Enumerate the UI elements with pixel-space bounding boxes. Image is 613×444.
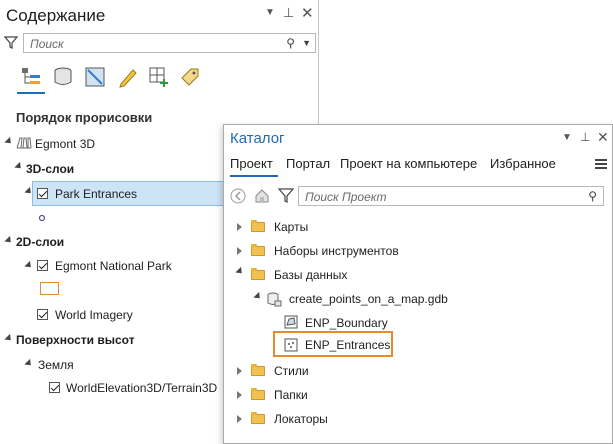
- collapse-arrow-icon[interactable]: [235, 266, 245, 277]
- group-3d-layers[interactable]: 3D-слои: [26, 162, 74, 176]
- catalog-item-maps[interactable]: Карты: [274, 220, 308, 234]
- layer-world-elevation[interactable]: WorldElevation3D/Terrain3D: [66, 381, 217, 395]
- collapse-arrow-icon[interactable]: [14, 161, 24, 172]
- expand-arrow-icon[interactable]: [237, 391, 242, 399]
- layer-egmont-national-park[interactable]: Egmont National Park: [55, 259, 172, 273]
- layer-world-imagery[interactable]: World Imagery: [55, 308, 133, 322]
- collapse-arrow-icon[interactable]: [4, 136, 14, 147]
- geodatabase-icon: [266, 291, 282, 310]
- active-tab-underline: [230, 175, 278, 177]
- close-icon[interactable]: ✕: [301, 4, 314, 22]
- list-by-editing-icon[interactable]: [117, 66, 139, 91]
- collapse-arrow-icon[interactable]: [24, 260, 34, 271]
- expand-arrow-icon[interactable]: [237, 247, 242, 255]
- catalog-item-styles[interactable]: Стили: [274, 364, 309, 378]
- active-view-indicator: [17, 92, 45, 94]
- tab-computer[interactable]: Проект на компьютере: [340, 156, 477, 171]
- expand-arrow-icon[interactable]: [237, 415, 242, 423]
- collapse-arrow-icon[interactable]: [4, 235, 14, 246]
- catalog-item-entrances[interactable]: ENP_Entrances: [305, 338, 390, 352]
- catalog-pane: Каталог ▼ ⊥ ✕ Проект Портал Проект на ко…: [223, 124, 613, 444]
- databases-folder-icon: [251, 268, 265, 280]
- list-by-drawing-order-icon[interactable]: [20, 66, 42, 91]
- maps-folder-icon: [251, 220, 265, 232]
- list-by-source-icon[interactable]: [52, 66, 74, 91]
- menu-icon[interactable]: [594, 158, 608, 173]
- search-placeholder: Поиск Проект: [305, 190, 387, 204]
- pane-options-icon[interactable]: ▼: [562, 132, 572, 143]
- toc-search-field[interactable]: Поиск ⚲ ▼: [23, 33, 316, 53]
- pane-title: Каталог: [230, 130, 285, 147]
- collapse-arrow-icon[interactable]: [253, 291, 263, 302]
- polygon-symbol-icon: [40, 282, 59, 295]
- filter-icon[interactable]: [277, 187, 295, 206]
- visibility-checkbox[interactable]: [37, 188, 48, 199]
- pin-icon[interactable]: ⊥: [283, 5, 294, 21]
- back-icon[interactable]: [230, 188, 246, 207]
- visibility-checkbox[interactable]: [37, 309, 48, 320]
- map-name[interactable]: Egmont 3D: [35, 137, 95, 151]
- collapse-arrow-icon[interactable]: [24, 358, 34, 369]
- catalog-item-toolboxes[interactable]: Наборы инструментов: [274, 244, 399, 258]
- map-icon: [16, 136, 32, 153]
- catalog-item-databases[interactable]: Базы данных: [274, 268, 347, 282]
- styles-folder-icon: [251, 364, 265, 376]
- collapse-arrow-icon[interactable]: [4, 333, 14, 344]
- pane-options-icon[interactable]: ▼: [265, 7, 275, 18]
- catalog-item-boundary[interactable]: ENP_Boundary: [305, 316, 388, 330]
- group-elevation-surfaces[interactable]: Поверхности высот: [16, 333, 135, 347]
- visibility-checkbox[interactable]: [49, 382, 60, 393]
- list-by-labeling-icon[interactable]: [179, 66, 201, 91]
- pin-icon[interactable]: ⊥: [580, 130, 590, 144]
- locators-folder-icon: [251, 412, 265, 424]
- visibility-checkbox[interactable]: [37, 260, 48, 271]
- polygon-feature-class-icon: [284, 315, 298, 332]
- surface-ground[interactable]: Земля: [38, 358, 74, 372]
- catalog-item-locators[interactable]: Локаторы: [274, 412, 328, 426]
- close-icon[interactable]: ✕: [597, 129, 609, 146]
- catalog-search-field[interactable]: Поиск Проект ⚲: [298, 186, 604, 206]
- point-symbol-icon: [38, 211, 46, 225]
- home-icon[interactable]: [254, 188, 270, 207]
- group-2d-layers[interactable]: 2D-слои: [16, 235, 64, 249]
- expand-arrow-icon[interactable]: [237, 367, 242, 375]
- search-icon[interactable]: ⚲: [286, 36, 295, 50]
- tab-favorites[interactable]: Избранное: [490, 156, 556, 171]
- pane-title: Содержание: [6, 6, 106, 25]
- layer-park-entrances[interactable]: Park Entrances: [55, 187, 137, 201]
- expand-arrow-icon[interactable]: [237, 223, 242, 231]
- tab-portal[interactable]: Портал: [286, 156, 330, 171]
- catalog-item-folders[interactable]: Папки: [274, 388, 308, 402]
- list-by-snapping-icon[interactable]: [148, 66, 170, 91]
- catalog-item-gdb[interactable]: create_points_on_a_map.gdb: [289, 292, 448, 306]
- tab-project[interactable]: Проект: [230, 156, 273, 171]
- toolboxes-folder-icon: [251, 244, 265, 256]
- filter-icon[interactable]: [3, 35, 19, 52]
- folders-folder-icon: [251, 388, 265, 400]
- search-icon[interactable]: ⚲: [588, 189, 597, 203]
- dropdown-icon[interactable]: ▼: [302, 38, 311, 48]
- list-by-selection-icon[interactable]: [84, 66, 106, 91]
- section-title: Порядок прорисовки: [16, 110, 153, 125]
- search-placeholder: Поиск: [30, 37, 64, 51]
- point-feature-class-icon: [284, 338, 298, 355]
